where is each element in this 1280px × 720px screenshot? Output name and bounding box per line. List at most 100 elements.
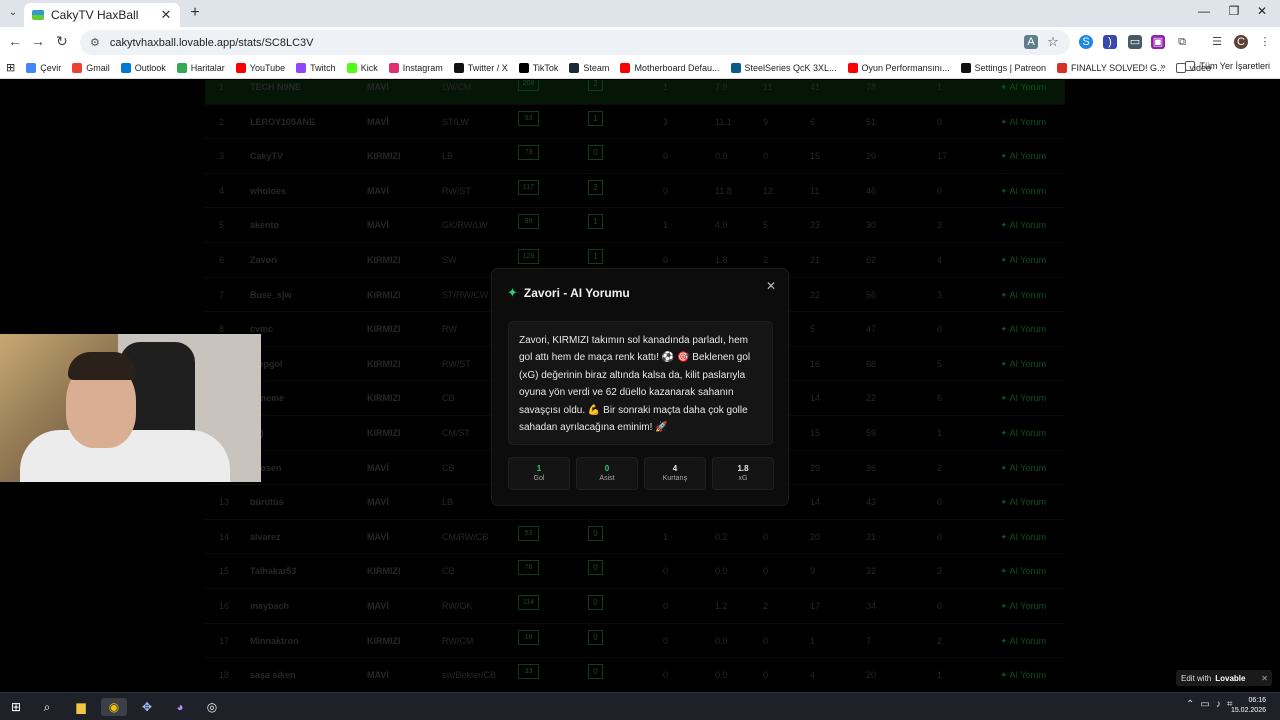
ai-comment-link[interactable]: ✦ AI Yorum [1000, 255, 1046, 266]
clock[interactable]: 06:16 15.02.2026 [1231, 696, 1266, 716]
site-info-icon[interactable]: ⚙ [90, 36, 100, 49]
cell-duel: 1 [810, 635, 816, 646]
cell-name: bürütüs [250, 497, 284, 508]
cell-score: 1 [937, 670, 943, 681]
table-row: 5 akento MAVİ GK/RW/LW 99 1 1 4.0 5 23 30 3 ✦ AI Yor… [205, 208, 1065, 243]
ai-comment-link[interactable]: ✦ AI Yorum [1000, 463, 1046, 474]
ai-comment-link[interactable]: ✦ AI Yorum [1000, 324, 1046, 335]
translate-icon[interactable]: A [1024, 35, 1038, 49]
bookmark-item[interactable]: Oyun Performansını... [847, 62, 950, 73]
cell-ast: 1 [663, 82, 669, 92]
ai-comment-link[interactable]: ✦ AI Yorum [1000, 670, 1046, 681]
tab-search-icon[interactable]: ⌄ [4, 4, 22, 22]
chrome-icon[interactable]: ◉ [101, 698, 127, 716]
all-bookmarks-folder[interactable]: Tüm Yer İşaretleri [1185, 61, 1270, 71]
ai-comment-link[interactable]: ✦ AI Yorum [1000, 186, 1046, 197]
ai-comment-link[interactable]: ✦ AI Yorum [1000, 82, 1046, 93]
system-tray[interactable]: ⌃ ▭ ♪ ⌗ [1186, 699, 1232, 710]
bookmark-item[interactable]: Gmail [72, 62, 110, 73]
app-icon[interactable]: ✥ [138, 698, 156, 716]
ai-comment-link[interactable]: ✦ AI Yorum [1000, 636, 1046, 647]
cell-sav: 12 [763, 185, 774, 196]
close-badge-icon[interactable]: ✕ [1261, 674, 1268, 683]
extension-icon[interactable]: ) [1103, 35, 1117, 49]
back-icon[interactable]: ← [6, 33, 24, 49]
app-icon[interactable]: ◕ [171, 698, 189, 716]
bookmark-item[interactable]: Twitch [296, 62, 336, 73]
cell-sav: 9 [763, 116, 769, 127]
ai-comment-link[interactable]: ✦ AI Yorum [1000, 566, 1046, 577]
bookmark-item[interactable]: Kick [346, 62, 378, 73]
bookmark-item[interactable]: Çevir [26, 62, 61, 73]
cell-name: cvmc [250, 324, 274, 335]
restore-icon[interactable]: ❐ [1224, 4, 1244, 18]
search-icon[interactable]: ⌕ [38, 698, 56, 716]
ai-comment-link[interactable]: ✦ AI Yorum [1000, 393, 1046, 404]
cell-team: KIRMIZI [367, 151, 401, 162]
extension-icon[interactable]: ▭ [1128, 35, 1142, 49]
bookmark-item[interactable]: Haritalar [176, 62, 225, 73]
reading-list-icon[interactable]: ☰ [1210, 35, 1224, 49]
cell-rank: 1 [219, 82, 225, 92]
ai-comment-link[interactable]: ✦ AI Yorum [1000, 532, 1046, 543]
cell-name: LEROY105ANE [250, 116, 316, 127]
extension-icon[interactable]: S [1079, 35, 1093, 49]
cell-team: KIRMIZI [367, 358, 401, 369]
cell-pos: CM/RW/CB [442, 531, 489, 542]
cell-pos: CM/ST [442, 427, 470, 438]
cell-sav: 11 [763, 82, 773, 92]
bookmark-item[interactable]: Twitter / X [453, 62, 508, 73]
start-icon[interactable]: ⊞ [7, 698, 25, 716]
cell-xg: 0.2 [715, 531, 728, 542]
reload-icon[interactable]: ↻ [53, 33, 71, 50]
profile-avatar[interactable]: C [1234, 35, 1248, 49]
ai-comment-link[interactable]: ✦ AI Yorum [1000, 428, 1046, 439]
bookmark-item[interactable]: Outlook [120, 62, 166, 73]
ai-comment-link[interactable]: ✦ AI Yorum [1000, 497, 1046, 508]
menu-icon[interactable]: ⋮ [1258, 35, 1272, 49]
bookmark-item[interactable]: FINALLY SOLVED! G... [1056, 62, 1165, 73]
bookmark-item[interactable]: Motherboard Defau... [620, 62, 720, 73]
forward-icon[interactable]: → [29, 33, 47, 49]
bookmark-item[interactable]: YouTube [235, 62, 285, 73]
ai-comment-link[interactable]: ✦ AI Yorum [1000, 117, 1046, 128]
close-icon[interactable]: ✕ [766, 279, 776, 293]
browser-toolbar: ← → ↻ ⚙ cakytvhaxball.lovable.app/stats/… [0, 27, 1280, 57]
bookmark-item[interactable]: Steam [569, 62, 609, 73]
minimize-icon[interactable]: — [1194, 4, 1214, 18]
table-row: 16 maybach MAVİ RW/GK 114 0 0 1.2 2 17 34 0 ✦ AI Yor… [205, 589, 1065, 624]
extensions-puzzle-icon[interactable]: ⧉ [1175, 35, 1189, 49]
bookmark-item[interactable]: TikTok [518, 62, 558, 73]
bookmark-item[interactable]: Settings | Patreon [960, 62, 1046, 73]
table-row: 4 wholoes MAVİ RW/ST 117 2 0 11.8 12 11 46 0 ✦ AI Yo… [205, 174, 1065, 209]
cell-goal: 0 [588, 525, 603, 541]
apps-icon[interactable]: ⊞ [6, 61, 15, 74]
address-bar[interactable]: ⚙ cakytvhaxball.lovable.app/stats/SC8LC3… [80, 30, 1070, 55]
cell-touch: 56 [866, 289, 877, 300]
close-window-icon[interactable]: ✕ [1252, 4, 1272, 18]
ai-comment-link[interactable]: ✦ AI Yorum [1000, 601, 1046, 612]
extension-icon[interactable]: ▣ [1151, 35, 1165, 49]
new-tab-icon[interactable]: + [186, 4, 204, 22]
ai-comment-link[interactable]: ✦ AI Yorum [1000, 359, 1046, 370]
cell-score: 6 [937, 393, 943, 404]
stat-goals: 1 Gol [508, 457, 570, 490]
file-explorer-icon[interactable]: ▆ [72, 698, 90, 716]
more-bookmarks-icon[interactable]: » [1160, 61, 1165, 71]
browser-tab[interactable]: CakyTV HaxBall ✕ [24, 3, 180, 27]
close-tab-icon[interactable]: ✕ [160, 7, 172, 23]
ai-comment-link[interactable]: ✦ AI Yorum [1000, 151, 1046, 162]
cell-ast: 0 [663, 254, 669, 265]
bookmark-item[interactable]: Instagram [388, 62, 443, 73]
cell-touch: 21 [866, 531, 877, 542]
lovable-badge[interactable]: Edit with Lovable ✕ [1176, 670, 1272, 686]
cell-rating: 208 [518, 80, 539, 91]
bookmark-star-icon[interactable]: ☆ [1046, 35, 1060, 49]
bookmark-item[interactable]: SteelSeries QcK 3XL... [730, 62, 837, 73]
ai-comment-link[interactable]: ✦ AI Yorum [1000, 220, 1046, 231]
ai-comment-link[interactable]: ✦ AI Yorum [1000, 290, 1046, 301]
cell-goal: 1 [588, 214, 603, 230]
app-icon[interactable]: ◎ [203, 698, 221, 716]
favicon-icon [32, 10, 44, 20]
cell-duel: 21 [810, 254, 821, 265]
